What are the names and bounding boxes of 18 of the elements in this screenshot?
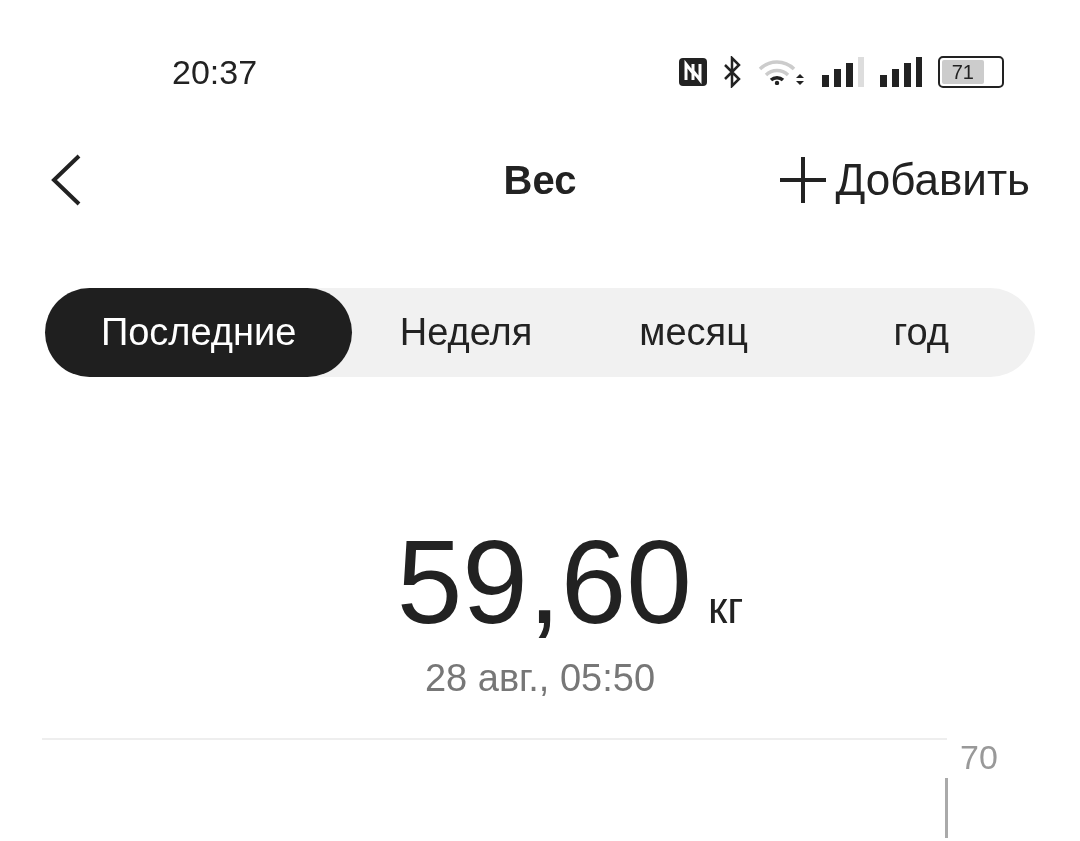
period-tab[interactable]: месяц (579, 288, 808, 377)
status-time: 20:37 (172, 52, 258, 92)
signal-icon (822, 57, 866, 87)
period-tab[interactable]: Последние (45, 288, 353, 377)
period-tab[interactable]: год (807, 288, 1035, 377)
axis-label: 70 (960, 738, 998, 777)
weight-value: 59,60 (396, 527, 692, 637)
nfc-icon (678, 57, 708, 87)
marker-line (945, 778, 948, 838)
add-button[interactable]: Добавить (777, 155, 1030, 205)
signal-icon (880, 57, 924, 87)
weight-unit: кг (708, 583, 744, 633)
plus-icon (777, 155, 828, 205)
period-tab[interactable]: Неделя (352, 288, 580, 377)
back-icon[interactable] (50, 154, 82, 206)
reading-date: 28 авг., 05:50 (424, 657, 656, 700)
page-title: Вес (503, 157, 577, 203)
battery-icon: 71 (938, 56, 1004, 88)
